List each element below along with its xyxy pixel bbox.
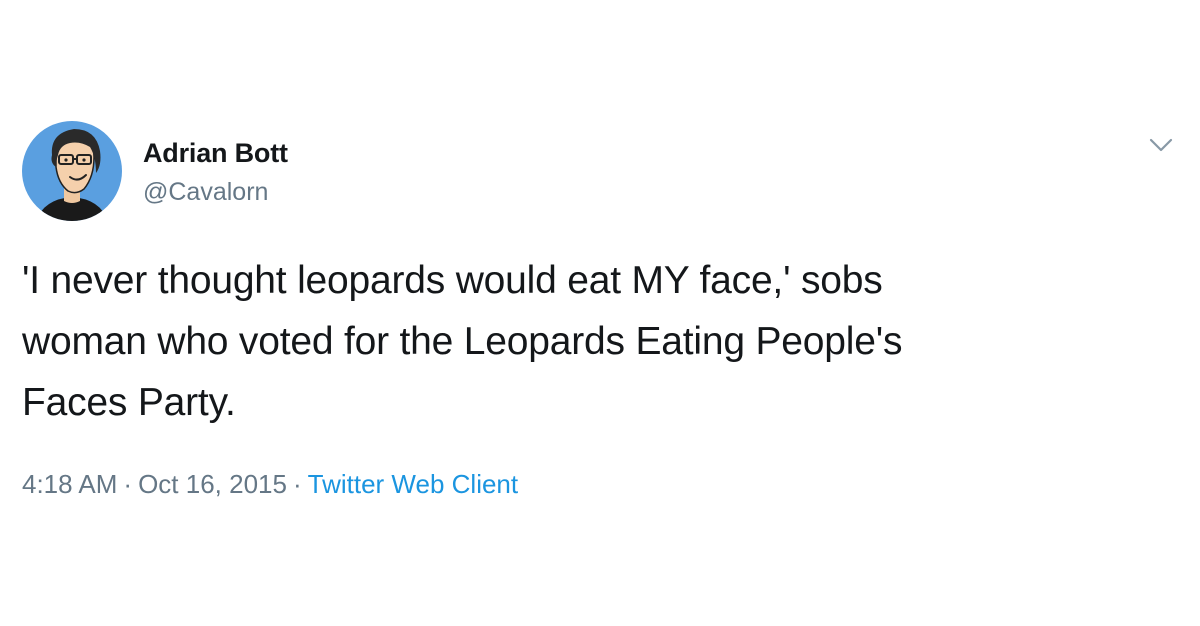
display-name[interactable]: Adrian Bott [143, 137, 288, 169]
avatar[interactable] [22, 121, 122, 221]
avatar-portrait-icon [22, 121, 122, 221]
tweet-card: Adrian Bott @Cavalorn 'I never thought l… [0, 0, 1200, 626]
tweet-time[interactable]: 4:18 AM [22, 469, 117, 499]
chevron-down-icon [1149, 138, 1173, 152]
tweet-text: 'I never thought leopards would eat MY f… [22, 259, 903, 424]
tweet-meta: 4:18 AM · Oct 16, 2015 · Twitter Web Client [22, 467, 518, 501]
tweet-date[interactable]: Oct 16, 2015 [138, 469, 287, 499]
tweet-menu-button[interactable] [1147, 134, 1175, 156]
meta-separator: · [292, 469, 302, 499]
user-handle[interactable]: @Cavalorn [143, 176, 288, 208]
user-names: Adrian Bott @Cavalorn [143, 137, 288, 208]
meta-separator: · [123, 469, 133, 499]
tweet-source-link[interactable]: Twitter Web Client [308, 469, 518, 499]
